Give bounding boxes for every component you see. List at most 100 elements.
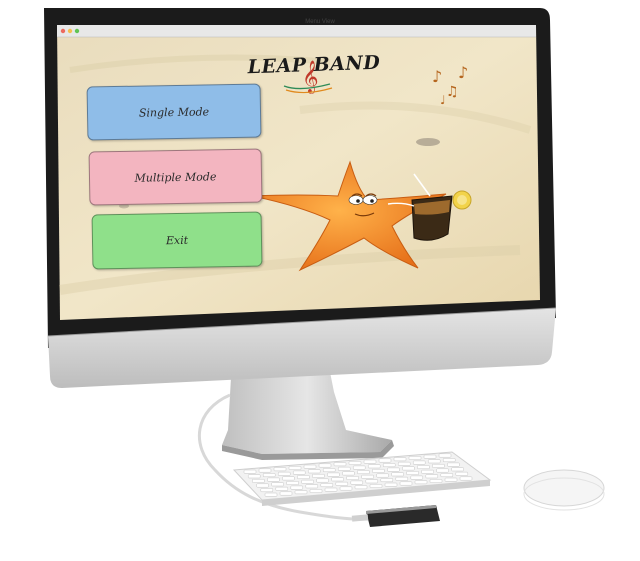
- svg-text:♪: ♪: [432, 67, 442, 86]
- keyboard-key: [393, 457, 407, 462]
- keyboard-key: [391, 472, 404, 477]
- keyboard-key: [264, 492, 278, 497]
- window-title: Menu View: [305, 19, 335, 25]
- keyboard-key: [256, 483, 269, 488]
- minimize-window-icon[interactable]: [67, 28, 73, 34]
- keyboard-key: [301, 479, 314, 484]
- keyboard-key: [318, 463, 332, 468]
- keyboard-key: [348, 461, 362, 465]
- keyboard-key: [447, 462, 460, 467]
- keyboard-key: [258, 468, 272, 473]
- pebble: [416, 138, 440, 146]
- keyboard-key: [376, 473, 389, 478]
- keyboard-key: [346, 476, 359, 480]
- keyboard-key: [406, 471, 419, 475]
- keyboard-key: [307, 469, 321, 474]
- keyboard-key: [277, 471, 291, 476]
- keyboard-key: [442, 458, 456, 463]
- imac-computer: ♪ ♫ ♪ ♩ 𝄞: [44, 8, 605, 527]
- keyboard-key: [354, 485, 368, 490]
- keyboard-key: [395, 476, 409, 481]
- keyboard-key: [363, 459, 377, 464]
- keyboard-key: [294, 490, 308, 495]
- keyboard-key: [352, 465, 366, 470]
- keyboard-key: [297, 475, 310, 480]
- keyboard-key: [361, 474, 374, 479]
- keyboard-key: [260, 488, 274, 493]
- keyboard-key: [286, 481, 299, 485]
- keyboard-key: [292, 470, 306, 475]
- keyboard-key: [432, 463, 445, 468]
- svg-text:♫: ♫: [446, 84, 459, 100]
- keyboard-key: [275, 486, 289, 491]
- keyboard-key: [247, 474, 261, 479]
- keyboard-key: [399, 481, 413, 486]
- keyboard-key: [438, 453, 452, 458]
- keyboard-key: [408, 456, 422, 460]
- keyboard-key: [303, 464, 317, 469]
- svg-text:♪: ♪: [458, 63, 468, 82]
- keyboard-key: [412, 460, 426, 465]
- keyboard-key: [387, 467, 400, 472]
- keyboard-key: [425, 474, 439, 479]
- keyboard-key: [309, 489, 323, 493]
- single-mode-button[interactable]: Single Mode: [86, 83, 262, 141]
- keyboard-key: [288, 466, 302, 470]
- keyboard-key: [320, 483, 334, 488]
- keyboard-key: [342, 471, 355, 476]
- keyboard-key: [305, 484, 319, 489]
- keyboard-key: [372, 468, 385, 473]
- keyboard-key: [273, 467, 287, 472]
- keyboard-key: [451, 467, 464, 472]
- keyboard-key: [367, 464, 381, 469]
- keyboard-key: [423, 454, 437, 459]
- mouse: [523, 469, 605, 511]
- keyboard-key: [459, 476, 473, 481]
- close-window-icon[interactable]: [60, 28, 66, 34]
- keyboard-key: [331, 477, 344, 482]
- keyboard-key: [429, 479, 443, 483]
- keyboard-key: [414, 480, 428, 485]
- keyboard-key: [322, 468, 336, 473]
- svg-text:♩: ♩: [440, 93, 446, 107]
- keyboard-key: [252, 478, 265, 483]
- exit-button[interactable]: Exit: [91, 211, 263, 270]
- keyboard-key: [357, 470, 370, 475]
- keyboard-key: [380, 478, 394, 483]
- keyboard-key: [335, 481, 349, 486]
- keyboard-key: [436, 468, 449, 473]
- multiple-mode-button[interactable]: Multiple Mode: [88, 148, 263, 206]
- keyboard-key: [384, 482, 398, 487]
- keyboard-key: [243, 469, 257, 474]
- keyboard-key: [339, 486, 353, 491]
- keyboard: [232, 451, 492, 506]
- keyboard-key: [427, 459, 441, 464]
- keyboard-key: [279, 491, 293, 496]
- keyboard-key: [350, 480, 364, 485]
- keyboard-key: [271, 482, 284, 487]
- keyboard-key: [333, 462, 347, 467]
- keyboard-key: [382, 463, 396, 468]
- zoom-window-icon[interactable]: [74, 28, 80, 34]
- keyboard-key: [282, 476, 295, 481]
- keyboard-key: [316, 478, 329, 483]
- keyboard-key: [290, 485, 304, 490]
- keyboard-key: [312, 473, 325, 478]
- keyboard-key: [417, 465, 430, 470]
- keyboard-key: [455, 471, 469, 476]
- keyboard-key: [410, 475, 424, 480]
- keyboard-key: [327, 472, 340, 477]
- keyboard-key: [262, 473, 276, 478]
- keyboard-key: [369, 484, 383, 488]
- keyboard-key: [365, 479, 379, 484]
- leap-motion-device: [351, 505, 440, 527]
- keyboard-key: [444, 477, 458, 482]
- keyboard-key: [337, 466, 351, 471]
- keyboard-key: [267, 477, 280, 482]
- keyboard-key: [421, 469, 434, 474]
- keyboard-key: [378, 458, 392, 463]
- keyboard-key: [440, 473, 454, 478]
- keyboard-key: [397, 461, 411, 466]
- keyboard-key: [324, 487, 338, 492]
- keyboard-key: [402, 466, 415, 471]
